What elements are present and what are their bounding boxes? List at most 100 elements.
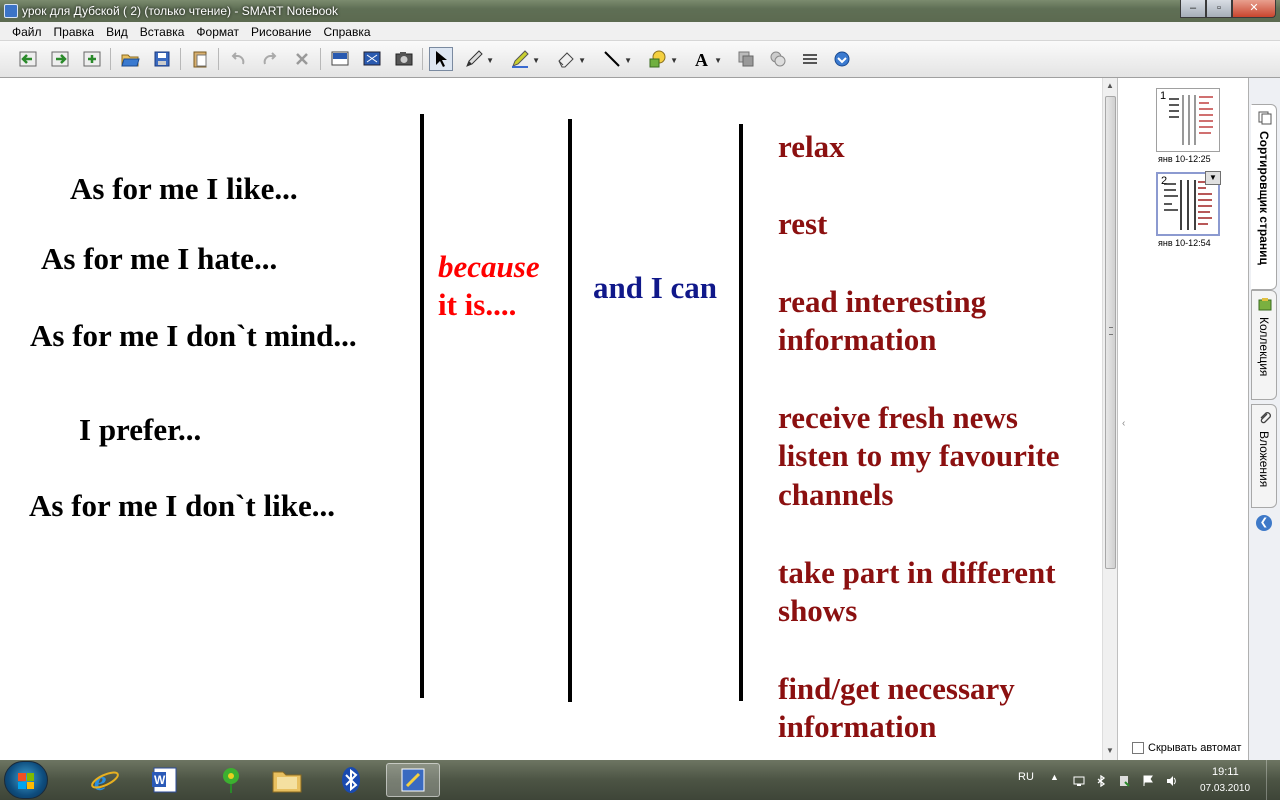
move-toolbar-icon[interactable] — [798, 47, 822, 71]
phrase-like[interactable]: As for me I like... — [70, 171, 298, 207]
menu-format[interactable]: Формат — [190, 22, 245, 40]
toolbar-separator — [180, 48, 181, 70]
tray-expand-icon[interactable]: ▲ — [1050, 772, 1059, 782]
scroll-thumb[interactable] — [1105, 96, 1116, 569]
panel-collapse-arrow-icon[interactable]: ❮ — [1256, 515, 1272, 531]
activity-shows-line1[interactable]: take part in different — [778, 554, 1056, 593]
menu-draw[interactable]: Рисование — [245, 22, 317, 40]
delete-icon[interactable] — [290, 47, 314, 71]
phrase-hate[interactable]: As for me I hate... — [41, 241, 277, 277]
forward-page-icon[interactable] — [48, 47, 72, 71]
menu-file[interactable]: Файл — [6, 22, 48, 40]
menu-insert[interactable]: Вставка — [134, 22, 191, 40]
eraser-icon[interactable]: ▼ — [554, 47, 586, 71]
activity-relax[interactable]: relax — [778, 128, 845, 167]
line-icon[interactable]: ▼ — [600, 47, 632, 71]
window-title: урок для Дубской ( 2) (только чтение) - … — [22, 4, 338, 18]
maximize-button[interactable]: ▫ — [1206, 0, 1232, 18]
svg-text:W: W — [154, 773, 166, 787]
divider-line[interactable] — [420, 114, 424, 698]
open-folder-icon[interactable] — [118, 47, 142, 71]
pen-icon[interactable]: ▼ — [462, 47, 494, 71]
autohide-checkbox-box[interactable] — [1132, 742, 1144, 754]
clock-date[interactable]: 07.03.2010 — [1200, 783, 1250, 794]
toolbar-separator — [422, 48, 423, 70]
show-desktop-button[interactable] — [1266, 760, 1280, 800]
because-text[interactable]: because it is.... — [438, 248, 540, 324]
tab-attachments[interactable]: Вложения — [1251, 404, 1277, 508]
menu-view[interactable]: Вид — [100, 22, 134, 40]
menu-help[interactable]: Справка — [317, 22, 376, 40]
activity-shows-line2[interactable]: shows — [778, 592, 857, 631]
activity-find-line2[interactable]: information — [778, 708, 936, 747]
screen-shade-icon[interactable] — [328, 47, 352, 71]
activity-find-line1[interactable]: find/get necessary — [778, 670, 1015, 709]
tab-gallery-label: Коллекция — [1257, 317, 1271, 377]
folder-icon[interactable] — [260, 763, 314, 797]
minimize-button[interactable]: – — [1180, 0, 1206, 18]
full-screen-icon[interactable] — [360, 47, 384, 71]
panel-resize-handle[interactable]: ‹ — [1122, 418, 1125, 429]
smart-notebook-app-icon — [4, 4, 18, 18]
divider-line[interactable] — [739, 124, 743, 701]
close-button[interactable]: ✕ — [1232, 0, 1276, 18]
more-icon[interactable] — [830, 47, 854, 71]
text-icon[interactable]: A ▼ — [690, 47, 722, 71]
volume-icon[interactable] — [1166, 775, 1178, 787]
menu-edit[interactable]: Правка — [48, 22, 101, 40]
activity-read-line2[interactable]: information — [778, 321, 936, 360]
select-arrow-icon[interactable] — [429, 47, 453, 71]
safely-remove-icon[interactable] — [1118, 775, 1130, 787]
redo-icon[interactable] — [258, 47, 282, 71]
back-page-icon[interactable] — [16, 47, 40, 71]
word-icon[interactable]: W — [138, 763, 192, 797]
page-thumbnail-1[interactable]: 1 — [1156, 88, 1220, 152]
windows-logo-icon — [18, 773, 34, 789]
bluetooth-icon[interactable] — [324, 763, 378, 797]
notebook-canvas[interactable]: As for me I like... As for me I hate... … — [0, 78, 1102, 760]
fill-icon[interactable] — [734, 47, 758, 71]
side-tab-strip: Сортировщик страниц Коллекция Вложения ❮ — [1248, 78, 1280, 760]
network-icon[interactable] — [1073, 775, 1085, 787]
because-word: because — [438, 249, 540, 284]
shapes-icon[interactable]: ▼ — [646, 47, 678, 71]
start-button[interactable] — [4, 761, 48, 799]
tab-attachments-label: Вложения — [1257, 431, 1271, 488]
tab-page-sorter[interactable]: Сортировщик страниц — [1251, 104, 1277, 290]
taskbar: e W RU ▲ 19:11 07.03.2010 — [0, 760, 1280, 800]
activity-listen-line2[interactable]: channels — [778, 476, 893, 515]
save-icon[interactable] — [150, 47, 174, 71]
scroll-down-icon[interactable]: ▼ — [1106, 746, 1114, 755]
activity-news[interactable]: receive fresh news — [778, 399, 1018, 438]
page-sorter-panel: ‹ 1 янв 10-12:25 2 ▼ янв 10-12:54 Скрыва… — [1117, 78, 1248, 760]
scroll-up-icon[interactable]: ▲ — [1106, 81, 1114, 90]
screen-capture-icon[interactable] — [392, 47, 416, 71]
creative-pen-icon[interactable]: ▼ — [508, 47, 540, 71]
and-i-can-text[interactable]: and I can — [593, 270, 717, 306]
divider-line[interactable] — [568, 119, 572, 702]
phrase-dont-mind[interactable]: As for me I don`t mind... — [30, 318, 357, 354]
smart-notebook-icon[interactable] — [386, 763, 440, 797]
canvas-scrollbar[interactable]: ▲ ▼ — [1102, 78, 1117, 760]
add-page-icon[interactable] — [80, 47, 104, 71]
bluetooth-tray-icon[interactable] — [1095, 775, 1107, 787]
page-menu-chevron-down-icon[interactable]: ▼ — [1205, 171, 1221, 185]
clock-time[interactable]: 19:11 — [1212, 766, 1239, 778]
action-center-flag-icon[interactable] — [1142, 775, 1154, 787]
language-indicator[interactable]: RU — [1018, 771, 1034, 783]
activity-listen-line1[interactable]: listen to my favourite — [778, 437, 1060, 476]
page-caption-2: янв 10-12:54 — [1158, 238, 1211, 248]
phrase-prefer[interactable]: I prefer... — [79, 412, 201, 448]
phrase-dont-like[interactable]: As for me I don`t like... — [29, 488, 335, 524]
activity-read-line1[interactable]: read interesting — [778, 283, 986, 322]
activity-rest[interactable]: rest — [778, 205, 827, 244]
it-is-word: it is.... — [438, 287, 517, 322]
internet-explorer-icon[interactable]: e — [78, 763, 132, 797]
paste-icon[interactable] — [188, 47, 212, 71]
autohide-checkbox[interactable]: Скрывать автомат — [1132, 742, 1241, 754]
window-controls: – ▫ ✕ — [1180, 0, 1276, 19]
undo-icon[interactable] — [226, 47, 250, 71]
tab-gallery[interactable]: Коллекция — [1251, 290, 1277, 400]
flower-gadget-icon[interactable] — [204, 763, 258, 797]
properties-icon[interactable] — [766, 47, 790, 71]
